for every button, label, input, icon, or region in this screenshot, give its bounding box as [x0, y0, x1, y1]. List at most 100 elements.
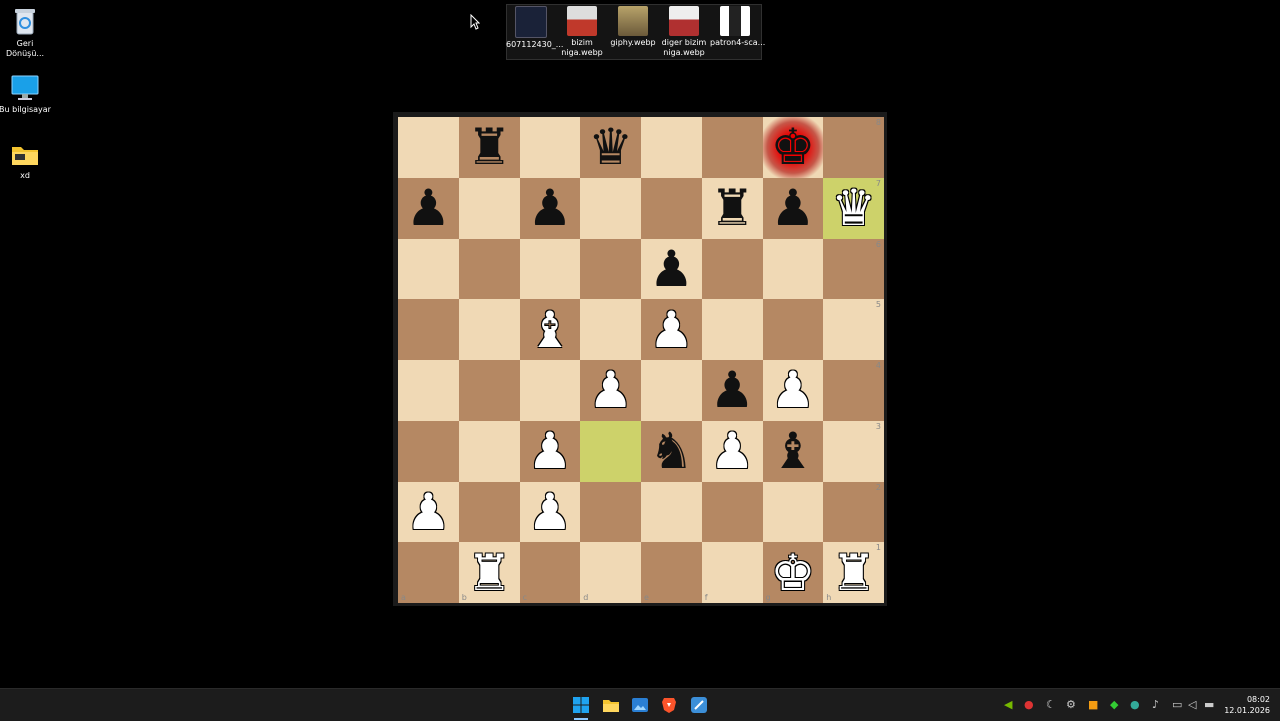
file-icon-5[interactable]: patron4-sca...	[710, 4, 765, 48]
file-icon-1[interactable]: 607112430_...	[506, 4, 563, 50]
square-h7[interactable]: ♛ 7	[823, 177, 884, 239]
black-pawn-icon[interactable]: ♟	[398, 178, 459, 239]
square-h8[interactable]: 8	[823, 117, 884, 178]
square-g4[interactable]: ♟	[762, 360, 824, 421]
square-c8[interactable]	[519, 117, 581, 178]
file-icon-4[interactable]: diger bizim niga.webp	[659, 4, 709, 58]
square-e3[interactable]: ♞	[641, 420, 702, 482]
square-a6[interactable]	[398, 238, 459, 300]
avast-icon[interactable]: ■	[1088, 698, 1098, 711]
black-bishop-icon[interactable]: ♝	[763, 421, 824, 482]
square-g2[interactable]	[762, 481, 824, 543]
square-f7[interactable]: ♜	[701, 177, 763, 239]
square-a7[interactable]: ♟	[398, 177, 459, 239]
black-knight-icon[interactable]: ♞	[641, 421, 702, 482]
square-b6[interactable]	[458, 238, 520, 300]
square-b7[interactable]	[458, 177, 520, 239]
square-d4[interactable]: ♟	[580, 360, 641, 421]
taskbar-clock[interactable]: 08:02 12.01.2026	[1224, 694, 1270, 716]
square-f8[interactable]	[701, 117, 763, 178]
square-f6[interactable]	[701, 238, 763, 300]
brave-browser-icon[interactable]	[660, 696, 678, 714]
square-g1[interactable]: ♚ g	[762, 542, 824, 603]
square-b8[interactable]: ♜	[458, 117, 520, 178]
white-rook-icon[interactable]: ♜	[823, 542, 884, 603]
square-a5[interactable]	[398, 299, 459, 360]
square-g6[interactable]	[762, 238, 824, 300]
square-d1[interactable]: d	[580, 542, 641, 603]
file-icon-3[interactable]: giphy.webp	[608, 4, 658, 48]
square-e5[interactable]: ♟	[641, 299, 702, 360]
white-king-icon[interactable]: ♚	[763, 542, 824, 603]
square-b5[interactable]	[458, 299, 520, 360]
white-pawn-icon[interactable]: ♟	[580, 360, 641, 421]
square-f5[interactable]	[701, 299, 763, 360]
square-c7[interactable]: ♟	[519, 177, 581, 239]
square-d3[interactable]	[580, 420, 641, 482]
square-d6[interactable]	[580, 238, 641, 300]
black-rook-icon[interactable]: ♜	[702, 178, 763, 239]
square-b2[interactable]	[458, 481, 520, 543]
square-e4[interactable]	[641, 360, 702, 421]
square-c6[interactable]	[519, 238, 581, 300]
square-a2[interactable]: ♟	[398, 481, 459, 543]
square-b1[interactable]: ♜ b	[458, 542, 520, 603]
white-pawn-icon[interactable]: ♟	[520, 421, 581, 482]
white-pawn-icon[interactable]: ♟	[398, 482, 459, 543]
square-a4[interactable]	[398, 360, 459, 421]
square-g8[interactable]: ♚	[762, 117, 824, 178]
white-rook-icon[interactable]: ♜	[459, 542, 520, 603]
square-b3[interactable]	[458, 420, 520, 482]
white-pawn-icon[interactable]: ♟	[763, 360, 824, 421]
square-a1[interactable]: a	[398, 542, 459, 603]
settings-icon[interactable]: ⚙	[1066, 698, 1076, 711]
square-e7[interactable]	[641, 177, 702, 239]
square-f1[interactable]: f	[701, 542, 763, 603]
square-h3[interactable]: 3	[823, 420, 884, 482]
black-queen-icon[interactable]: ♛	[580, 117, 641, 178]
white-pawn-icon[interactable]: ♟	[641, 299, 702, 360]
square-g3[interactable]: ♝	[762, 420, 824, 482]
square-h6[interactable]: 6	[823, 238, 884, 300]
square-c4[interactable]	[519, 360, 581, 421]
black-pawn-icon[interactable]: ♟	[520, 178, 581, 239]
square-e8[interactable]	[641, 117, 702, 178]
square-c1[interactable]: c	[519, 542, 581, 603]
square-e2[interactable]	[641, 481, 702, 543]
app-icon[interactable]	[690, 696, 708, 714]
defender-icon[interactable]: ●	[1130, 698, 1140, 711]
photos-icon[interactable]	[631, 696, 649, 714]
square-d5[interactable]	[580, 299, 641, 360]
square-d2[interactable]	[580, 481, 641, 543]
file-explorer-icon[interactable]	[602, 696, 620, 714]
volume-icon[interactable]: ◁	[1188, 698, 1196, 711]
black-pawn-icon[interactable]: ♟	[702, 360, 763, 421]
square-a3[interactable]	[398, 420, 459, 482]
black-pawn-icon[interactable]: ♟	[763, 178, 824, 239]
square-h2[interactable]: 2	[823, 481, 884, 543]
start-icon[interactable]	[572, 696, 590, 714]
black-rook-icon[interactable]: ♜	[459, 117, 520, 178]
square-e1[interactable]: e	[641, 542, 702, 603]
white-pawn-icon[interactable]: ♟	[520, 482, 581, 543]
desktop-icon-folder-xd[interactable]: xd	[0, 142, 53, 181]
desktop-icon-this-pc[interactable]: Bu bilgisayar	[0, 74, 53, 115]
black-pawn-icon[interactable]: ♟	[641, 239, 702, 300]
tray-app-icon[interactable]: ●	[1024, 698, 1034, 711]
microphone-icon[interactable]: ♪	[1152, 698, 1159, 711]
desktop-icon-recycle-bin[interactable]: Geri Dönüşü...	[0, 6, 53, 59]
square-g7[interactable]: ♟	[762, 177, 824, 239]
square-d7[interactable]	[580, 177, 641, 239]
network-icon[interactable]: ▭	[1172, 698, 1182, 711]
square-c3[interactable]: ♟	[519, 420, 581, 482]
square-f4[interactable]: ♟	[701, 360, 763, 421]
square-e6[interactable]: ♟	[641, 238, 702, 300]
square-f3[interactable]: ♟	[701, 420, 763, 482]
white-pawn-icon[interactable]: ♟	[702, 421, 763, 482]
square-b4[interactable]	[458, 360, 520, 421]
square-h1[interactable]: ♜ 1 h	[823, 542, 884, 603]
chess-board[interactable]: ♜ ♛ ♚ 8 ♟ ♟ ♜ ♟ ♛ 7 ♟ 6 ♝ ♟ 5 ♟ ♟ ♟ 4 ♟ ♞ ♟ ♝ 3 ♟ ♟ 2 a ♜ b c d e f ♚ g ♜ 1 h	[398, 117, 884, 603]
square-d8[interactable]: ♛	[580, 117, 641, 178]
black-king-icon[interactable]: ♚	[763, 117, 824, 178]
battery-icon[interactable]: ▬	[1204, 698, 1214, 711]
